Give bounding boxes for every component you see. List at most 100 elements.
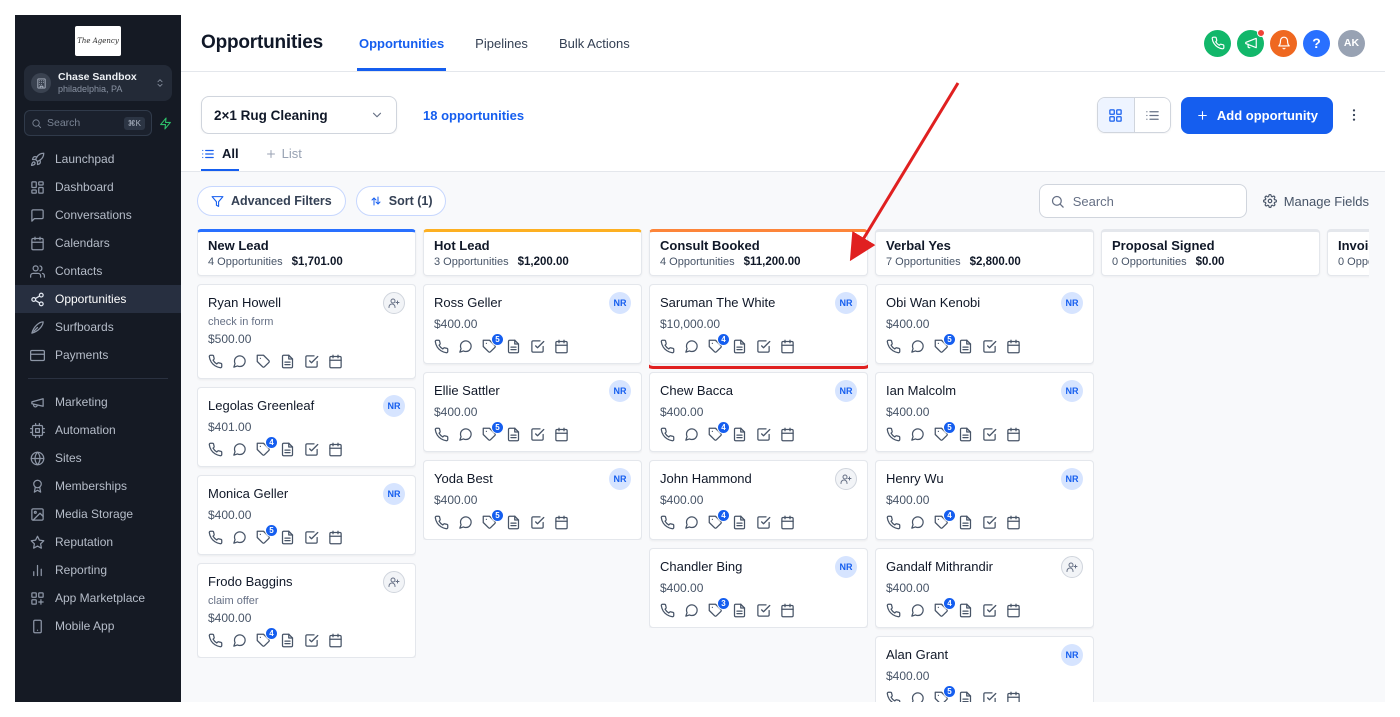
tag-action-icon[interactable]: 5 (482, 509, 504, 530)
calendar-action-icon[interactable] (554, 339, 569, 354)
calendar-action-icon[interactable] (328, 633, 343, 648)
file-action-icon[interactable] (732, 339, 747, 354)
chat-action-icon[interactable] (910, 515, 925, 530)
file-action-icon[interactable] (506, 515, 521, 530)
chat-action-icon[interactable] (232, 354, 247, 369)
calendar-action-icon[interactable] (1006, 691, 1021, 702)
tag-action-icon[interactable] (256, 354, 271, 369)
board-search[interactable] (1038, 184, 1247, 218)
calendar-action-icon[interactable] (328, 442, 343, 457)
phone-action-icon[interactable] (434, 339, 449, 354)
sidebar-search[interactable]: ⌘K (24, 110, 152, 136)
opportunity-card-ian-malcolm[interactable]: Ian Malcolm NR $400.00 5 (875, 372, 1094, 452)
chat-action-icon[interactable] (458, 515, 473, 530)
chat-action-icon[interactable] (910, 427, 925, 442)
opportunity-card-ellie-sattler[interactable]: Ellie Sattler NR $400.00 5 (423, 372, 642, 452)
check-square-action-icon[interactable] (304, 442, 319, 457)
more-options-button[interactable] (1343, 98, 1365, 132)
opportunity-card-john-hammond[interactable]: John Hammond $400.00 4 (649, 460, 868, 540)
check-square-action-icon[interactable] (304, 633, 319, 648)
phone-action-icon[interactable] (660, 603, 675, 618)
pipeline-select[interactable]: 2×1 Rug Cleaning (201, 96, 397, 134)
check-square-action-icon[interactable] (756, 339, 771, 354)
opportunity-card-ross-geller[interactable]: Ross Geller NR $400.00 5 (423, 284, 642, 364)
chat-action-icon[interactable] (458, 427, 473, 442)
opportunity-count[interactable]: 18 opportunities (423, 108, 524, 123)
calendar-action-icon[interactable] (1006, 515, 1021, 530)
add-opportunity-button[interactable]: Add opportunity (1180, 96, 1333, 134)
sidebar-item-surfboards[interactable]: Surfboards (15, 313, 181, 341)
chat-action-icon[interactable] (910, 603, 925, 618)
file-action-icon[interactable] (732, 427, 747, 442)
file-action-icon[interactable] (732, 515, 747, 530)
file-action-icon[interactable] (732, 603, 747, 618)
check-square-action-icon[interactable] (530, 339, 545, 354)
file-action-icon[interactable] (958, 603, 973, 618)
opportunity-card-chew-bacca[interactable]: Chew Bacca NR $400.00 4 (649, 372, 868, 452)
calendar-action-icon[interactable] (328, 354, 343, 369)
sidebar-search-input[interactable] (47, 117, 119, 129)
file-action-icon[interactable] (958, 427, 973, 442)
sidebar-item-app-marketplace[interactable]: App Marketplace (15, 584, 181, 612)
tag-action-icon[interactable]: 4 (708, 421, 730, 442)
user-avatar[interactable]: AK (1338, 29, 1365, 57)
file-action-icon[interactable] (280, 530, 295, 545)
opportunity-card-gandalf-mithrandir[interactable]: Gandalf Mithrandir $400.00 4 (875, 548, 1094, 628)
tab-bulk-actions[interactable]: Bulk Actions (557, 15, 632, 71)
tag-action-icon[interactable]: 3 (708, 597, 730, 618)
chat-action-icon[interactable] (232, 633, 247, 648)
opportunity-card-obi-wan-kenobi[interactable]: Obi Wan Kenobi NR $400.00 5 (875, 284, 1094, 364)
calendar-action-icon[interactable] (780, 603, 795, 618)
calendar-action-icon[interactable] (1006, 427, 1021, 442)
help-button[interactable]: ? (1303, 29, 1330, 57)
phone-action-icon[interactable] (208, 354, 223, 369)
check-square-action-icon[interactable] (530, 427, 545, 442)
check-square-action-icon[interactable] (304, 354, 319, 369)
manage-fields-button[interactable]: Manage Fields (1262, 194, 1369, 209)
file-action-icon[interactable] (280, 442, 295, 457)
file-action-icon[interactable] (506, 339, 521, 354)
check-square-action-icon[interactable] (982, 603, 997, 618)
grid-view-button[interactable] (1097, 98, 1134, 132)
board-search-input[interactable] (1072, 193, 1236, 209)
tag-action-icon[interactable]: 5 (934, 421, 956, 442)
chat-action-icon[interactable] (684, 515, 699, 530)
calendar-action-icon[interactable] (554, 515, 569, 530)
tag-action-icon[interactable]: 5 (482, 333, 504, 354)
file-action-icon[interactable] (958, 339, 973, 354)
phone-action-icon[interactable] (886, 691, 901, 702)
chat-action-icon[interactable] (458, 339, 473, 354)
phone-action-icon[interactable] (886, 427, 901, 442)
opportunity-card-yoda-best[interactable]: Yoda Best NR $400.00 5 (423, 460, 642, 540)
phone-action-icon[interactable] (434, 427, 449, 442)
opportunity-card-monica-geller[interactable]: Monica Geller NR $400.00 5 (197, 475, 416, 555)
sidebar-item-launchpad[interactable]: Launchpad (15, 145, 181, 173)
opportunity-card-chandler-bing[interactable]: Chandler Bing NR $400.00 3 (649, 548, 868, 628)
sidebar-item-contacts[interactable]: Contacts (15, 257, 181, 285)
chat-action-icon[interactable] (684, 427, 699, 442)
list-view-button[interactable] (1133, 98, 1170, 132)
tag-action-icon[interactable]: 5 (934, 333, 956, 354)
chat-action-icon[interactable] (910, 339, 925, 354)
sidebar-item-media-storage[interactable]: Media Storage (15, 500, 181, 528)
sidebar-item-opportunities[interactable]: Opportunities (15, 285, 181, 313)
sidebar-item-sites[interactable]: Sites (15, 444, 181, 472)
sort-button[interactable]: Sort (1) (355, 186, 447, 216)
check-square-action-icon[interactable] (756, 515, 771, 530)
calendar-action-icon[interactable] (1006, 339, 1021, 354)
phone-button[interactable] (1204, 29, 1231, 57)
opportunity-card-alan-grant[interactable]: Alan Grant NR $400.00 5 (875, 636, 1094, 702)
chat-action-icon[interactable] (684, 339, 699, 354)
file-action-icon[interactable] (506, 427, 521, 442)
calendar-action-icon[interactable] (554, 427, 569, 442)
chat-action-icon[interactable] (684, 603, 699, 618)
megaphone-button[interactable] (1237, 28, 1265, 57)
sidebar-item-dashboard[interactable]: Dashboard (15, 173, 181, 201)
sidebar-item-reputation[interactable]: Reputation (15, 528, 181, 556)
tab-all[interactable]: All (201, 146, 239, 171)
calendar-action-icon[interactable] (780, 427, 795, 442)
tag-action-icon[interactable]: 4 (708, 509, 730, 530)
file-action-icon[interactable] (958, 691, 973, 702)
phone-action-icon[interactable] (886, 515, 901, 530)
sidebar-item-marketing[interactable]: Marketing (15, 388, 181, 416)
